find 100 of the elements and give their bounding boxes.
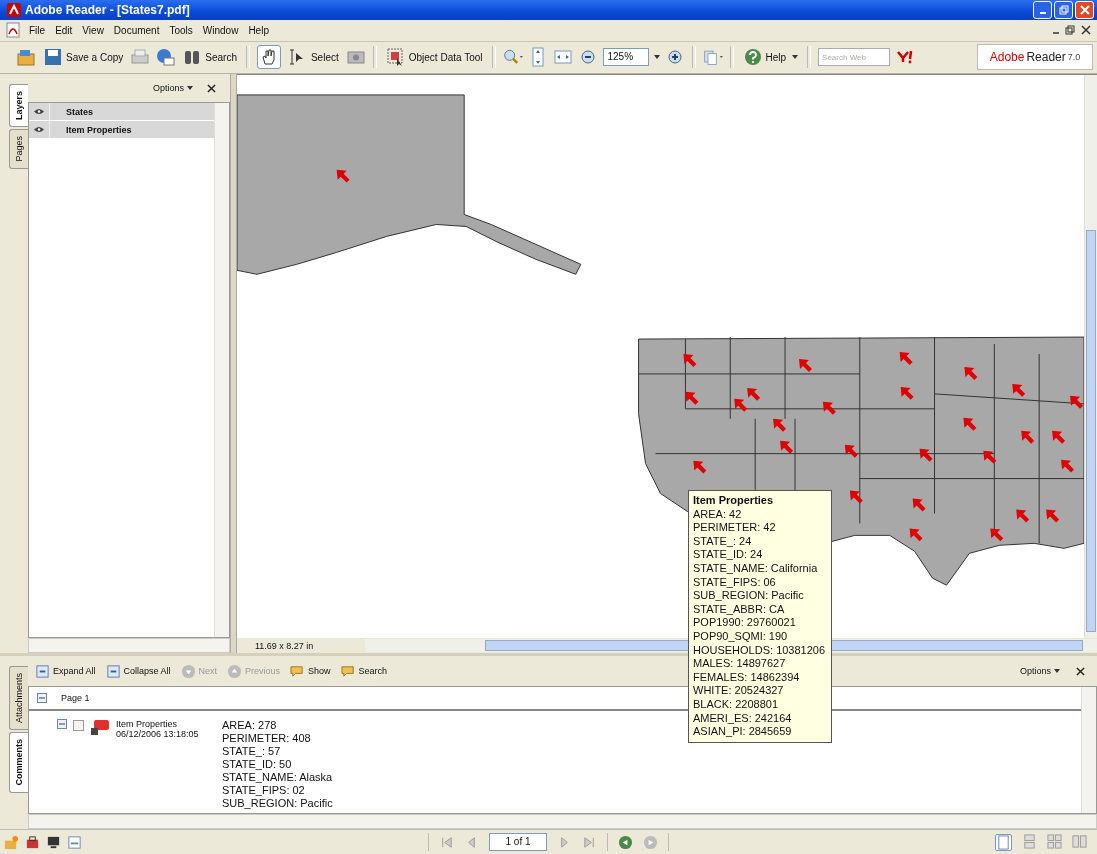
- close-icon[interactable]: [1081, 25, 1091, 36]
- side-tab[interactable]: Pages: [9, 129, 28, 169]
- close-icon[interactable]: [207, 83, 216, 93]
- menu-item[interactable]: Help: [243, 24, 274, 36]
- collapse-toggle-icon[interactable]: [57, 719, 67, 730]
- globe-mail-icon[interactable]: [155, 47, 176, 68]
- tooltip-line: FEMALES: 14862394: [693, 670, 801, 685]
- menu-item[interactable]: View: [77, 24, 109, 36]
- continuous-icon[interactable]: [1022, 833, 1037, 849]
- tooltip-title: Item Properties: [693, 494, 775, 508]
- tooltip-line: STATE_FIPS: 06: [693, 575, 777, 590]
- window-icon[interactable]: [67, 834, 82, 850]
- expand-icon: [35, 663, 50, 679]
- folder-icon[interactable]: [16, 47, 36, 68]
- speech-bubble-icon: [290, 663, 306, 679]
- close-icon[interactable]: [1076, 666, 1085, 676]
- scrollbar[interactable]: [1081, 687, 1096, 814]
- caret-icon: [1054, 669, 1060, 674]
- single-page-icon[interactable]: [995, 833, 1012, 851]
- tooltip-line: WHITE: 20524327: [693, 684, 785, 698]
- caret-icon: [187, 86, 193, 91]
- minimize-icon: [1039, 11, 1046, 14]
- sun-folder-icon[interactable]: [4, 834, 19, 850]
- options-menu[interactable]: Options: [1019, 666, 1060, 677]
- scrollbar[interactable]: [28, 814, 1097, 830]
- two-page-icon[interactable]: [1072, 833, 1087, 849]
- tooltip-line: HOUSEHOLDS: 10381206: [693, 643, 827, 658]
- tooltip-line: STATE_ID: 24: [693, 548, 764, 562]
- pdf-document-icon: [6, 22, 20, 39]
- menu-item[interactable]: Edit: [50, 24, 78, 36]
- caret-icon[interactable]: [653, 55, 660, 60]
- monitor-icon[interactable]: [46, 834, 61, 850]
- tooltip-line: AMERI_ES: 242164: [693, 711, 793, 726]
- pdf-icon: [7, 2, 21, 17]
- tooltip-line: ASIAN_PI: 2845659: [693, 725, 793, 739]
- side-tab[interactable]: Comments: [9, 732, 28, 793]
- search-web-field[interactable]: Search Web: [818, 48, 891, 67]
- comment-text-line: SUB_REGION: Pacific: [222, 797, 333, 811]
- comments-toolbar-button[interactable]: Show: [287, 663, 334, 679]
- scrollbar[interactable]: [214, 103, 229, 638]
- tooltip-line: STATE_: 24: [693, 534, 753, 549]
- side-tab[interactable]: Layers: [9, 84, 28, 128]
- last-page-icon[interactable]: [582, 834, 597, 850]
- minimize-button[interactable]: [1033, 0, 1052, 19]
- facing-icon[interactable]: [1047, 833, 1062, 849]
- object-select-icon: [385, 47, 406, 68]
- toolbox-icon[interactable]: [25, 834, 40, 850]
- tooltip-line: POP1990: 29760021: [693, 616, 797, 630]
- brand-logo: Adobe Reader 7.0: [977, 44, 1093, 71]
- comment-text-line: PERIMETER: 408: [222, 732, 312, 746]
- page-heading: Page 1: [61, 693, 90, 704]
- object-data-tool-button[interactable]: Object Data Tool: [383, 47, 485, 68]
- comment-text-line: STATE_FIPS: 02: [222, 784, 306, 798]
- tooltip-line: STATE_NAME: California: [693, 561, 819, 576]
- scrollbar[interactable]: [28, 638, 230, 654]
- help-button[interactable]: Help: [740, 47, 801, 68]
- comments-toolbar-button[interactable]: Collapse All: [102, 663, 174, 679]
- collapse-toggle-icon[interactable]: [37, 693, 47, 704]
- eye-icon[interactable]: [34, 126, 44, 134]
- minimize-icon[interactable]: [1053, 32, 1059, 35]
- scrollbar[interactable]: [1084, 75, 1097, 639]
- help-icon: [742, 47, 763, 68]
- eye-icon[interactable]: [34, 108, 44, 116]
- restore-button[interactable]: [1054, 0, 1073, 19]
- zoom-field[interactable]: 125%: [602, 48, 649, 67]
- tooltip-line: BLACK: 2208801: [693, 697, 779, 712]
- tooltip-line: PERIMETER: 42: [693, 521, 777, 535]
- comments-toolbar-button[interactable]: Expand All: [32, 663, 99, 679]
- comment-text-line: STATE_: 57: [222, 745, 282, 759]
- comment-text-line: AREA: 278: [222, 719, 278, 733]
- tooltip-line: SUB_REGION: Pacific: [693, 589, 805, 603]
- close-button[interactable]: [1075, 0, 1094, 19]
- menu-item[interactable]: Tools: [164, 24, 198, 36]
- panel-splitter[interactable]: [230, 74, 237, 654]
- tooltip-line: STATE_ABBR: CA: [693, 602, 786, 617]
- layer-row[interactable]: Item Properties: [29, 121, 214, 140]
- first-page-icon[interactable]: [439, 834, 454, 850]
- restore-icon[interactable]: [1065, 25, 1075, 36]
- window-title: Adobe Reader - [States7.pdf]: [25, 2, 190, 17]
- save-copy-button[interactable]: Save a Copy: [41, 47, 126, 68]
- search-button[interactable]: Search: [180, 47, 239, 68]
- side-tab[interactable]: Attachments: [9, 666, 28, 731]
- select-button[interactable]: Select: [285, 47, 341, 68]
- options-menu[interactable]: Options: [152, 83, 193, 94]
- menu-item[interactable]: File: [24, 24, 51, 36]
- comments-toolbar-button[interactable]: Search: [337, 663, 391, 679]
- forward-icon[interactable]: [643, 834, 658, 850]
- comment-text-line: STATE_NAME: Alaska: [222, 771, 333, 785]
- comment-date: 06/12/2006 13:18:05: [116, 729, 200, 740]
- menu-item[interactable]: Document: [108, 24, 165, 36]
- checkbox[interactable]: [73, 720, 84, 732]
- locked-note-icon: [90, 719, 110, 738]
- back-icon[interactable]: [618, 834, 633, 850]
- restore-icon: [1058, 4, 1069, 15]
- menu-item[interactable]: Window: [197, 24, 244, 36]
- comment-text-line: STATE_ID: 50: [222, 758, 293, 772]
- hand-icon[interactable]: [256, 45, 281, 70]
- caret-icon: [792, 55, 799, 60]
- page-number-field[interactable]: 1 of 1: [489, 833, 547, 852]
- layer-row[interactable]: States: [29, 103, 214, 122]
